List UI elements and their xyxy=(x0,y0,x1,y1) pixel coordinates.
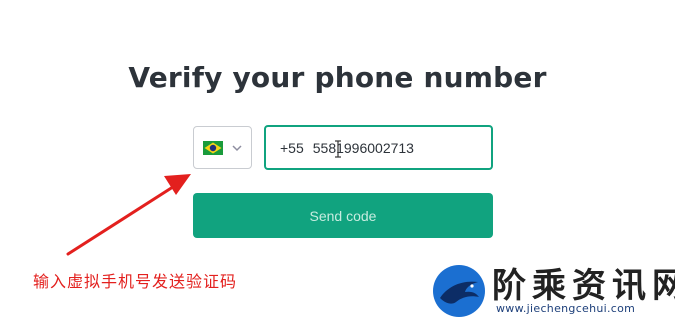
eagle-logo-icon xyxy=(433,265,485,317)
brazil-flag-icon xyxy=(203,141,223,155)
watermark-url: www.jiechengcehui.com xyxy=(496,302,636,315)
annotation-text: 输入虚拟手机号发送验证码 xyxy=(33,272,238,291)
chevron-down-icon xyxy=(232,145,242,152)
send-code-button[interactable]: Send code xyxy=(193,193,493,238)
watermark-title: 阶乘资讯网 xyxy=(492,266,675,306)
phone-number-input[interactable]: +55 5581996002713 xyxy=(264,125,493,170)
phone-number-value: 5581996002713 xyxy=(312,139,414,156)
country-code-select[interactable] xyxy=(193,126,252,169)
page-title: Verify your phone number xyxy=(128,61,547,94)
watermark: 阶乘资讯网 www.jiechengcehui.com xyxy=(432,258,675,320)
text-cursor-icon xyxy=(335,140,341,158)
country-code-label: +55 xyxy=(280,139,304,156)
